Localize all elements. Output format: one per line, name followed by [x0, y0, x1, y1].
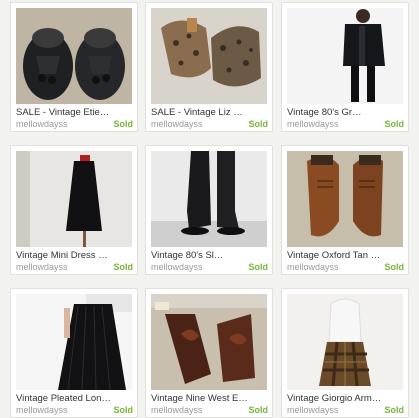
- listing-title[interactable]: Vintage Pleated Lon…: [16, 393, 134, 404]
- listing-photo-black-woven-loafers[interactable]: [16, 8, 132, 104]
- listing-title[interactable]: SALE - Vintage Etie…: [16, 107, 134, 118]
- listing-title[interactable]: Vintage Mini Dress …: [16, 250, 134, 261]
- sold-badge: Sold: [248, 262, 269, 272]
- listing-card[interactable]: Vintage Nine West E… mellowdayss Sold: [145, 288, 273, 418]
- shop-name[interactable]: mellowdayss: [16, 119, 68, 129]
- listing-title[interactable]: Vintage 80's Gr…: [287, 107, 405, 118]
- listing-photo-black-pleated-skirt[interactable]: [16, 294, 132, 390]
- shop-name[interactable]: mellowdayss: [16, 405, 68, 415]
- listing-title[interactable]: Vintage Giorgio Arm…: [287, 393, 405, 404]
- listing-title[interactable]: SALE - Vintage Liz …: [151, 107, 269, 118]
- sold-badge: Sold: [113, 405, 134, 415]
- shop-name[interactable]: mellowdayss: [287, 262, 339, 272]
- sold-badge: Sold: [384, 119, 405, 129]
- sold-badge: Sold: [113, 262, 134, 272]
- listing-photo-brown-western-boots[interactable]: [151, 294, 267, 390]
- sold-badge: Sold: [248, 405, 269, 415]
- listing-photo-plaid-skirt-outfit[interactable]: [287, 294, 403, 390]
- listing-photo-tan-oxford-shoes[interactable]: [287, 151, 403, 247]
- sold-badge: Sold: [384, 262, 405, 272]
- listing-card[interactable]: SALE - Vintage Liz … mellowdayss Sold: [145, 2, 273, 132]
- listing-title[interactable]: Vintage Nine West E…: [151, 393, 269, 404]
- shop-name[interactable]: mellowdayss: [16, 262, 68, 272]
- sold-badge: Sold: [248, 119, 269, 129]
- listing-card[interactable]: Vintage 80's Sl… mellowdayss Sold: [145, 145, 273, 275]
- listing-photo-black-blazer-outfit[interactable]: [287, 8, 403, 104]
- listing-title[interactable]: Vintage Oxford Tan …: [287, 250, 405, 261]
- sold-badge: Sold: [113, 119, 134, 129]
- listing-card[interactable]: Vintage Giorgio Arm… mellowdayss Sold: [281, 288, 409, 418]
- listing-card[interactable]: Vintage 80's Gr… mellowdayss Sold: [281, 2, 409, 132]
- shop-name[interactable]: mellowdayss: [151, 262, 203, 272]
- shop-name[interactable]: mellowdayss: [151, 119, 203, 129]
- shop-name[interactable]: mellowdayss: [287, 119, 339, 129]
- listing-card[interactable]: Vintage Oxford Tan … mellowdayss Sold: [281, 145, 409, 275]
- listing-photo-black-mini-dress[interactable]: [16, 151, 132, 247]
- listing-card[interactable]: Vintage Pleated Lon… mellowdayss Sold: [10, 288, 138, 418]
- shop-name[interactable]: mellowdayss: [151, 405, 203, 415]
- listing-photo-leopard-print-booties[interactable]: [151, 8, 267, 104]
- listing-card[interactable]: Vintage Mini Dress … mellowdayss Sold: [10, 145, 138, 275]
- listing-photo-black-slouch-boots[interactable]: [151, 151, 267, 247]
- listing-title[interactable]: Vintage 80's Sl…: [151, 250, 269, 261]
- listing-card[interactable]: SALE - Vintage Etie… mellowdayss Sold: [10, 2, 138, 132]
- shop-name[interactable]: mellowdayss: [287, 405, 339, 415]
- sold-badge: Sold: [384, 405, 405, 415]
